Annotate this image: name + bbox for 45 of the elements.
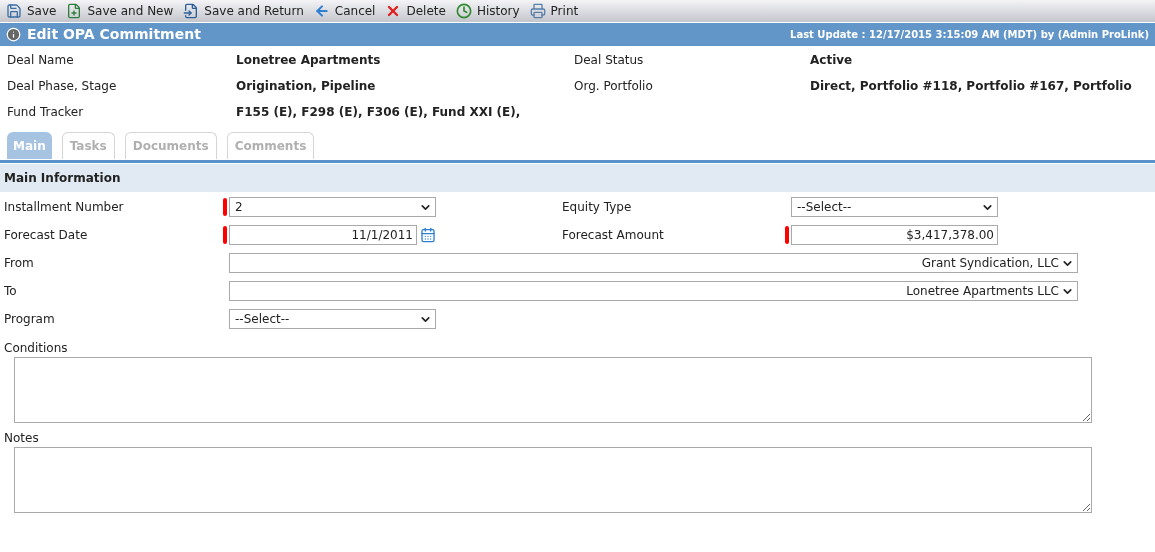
dropdown[interactable]: --Select-- xyxy=(229,309,436,329)
toolbar-button[interactable]: Print xyxy=(529,2,579,20)
dropdown[interactable]: 2 xyxy=(229,197,436,217)
toolbar-button[interactable]: Delete xyxy=(385,2,446,20)
date-field[interactable]: 11/1/2011 xyxy=(229,225,417,245)
save-icon xyxy=(6,3,22,19)
field-label: Org. Portfolio xyxy=(574,78,654,95)
field-value: Active xyxy=(810,52,853,69)
clock-icon xyxy=(455,3,472,19)
field-label: From xyxy=(3,255,35,272)
toolbar-button[interactable]: History xyxy=(455,2,520,20)
toolbar-button[interactable]: Save xyxy=(6,2,57,20)
field-value: Origination, Pipeline xyxy=(236,78,377,95)
field-label: Conditions xyxy=(3,340,69,355)
field-label: Forecast Date xyxy=(3,227,89,244)
text-area[interactable] xyxy=(14,447,1092,513)
field-label: Equity Type xyxy=(562,199,633,216)
section-title: Main Information xyxy=(4,170,121,187)
field-label: Deal Phase, Stage xyxy=(6,78,118,95)
last-update: Last Update : 12/17/2015 3:15:09 AM (MDT) by (Admin ProLink) xyxy=(790,28,1149,42)
file-arrow-icon xyxy=(183,3,200,19)
page-title: Edit OPA Commitment xyxy=(27,25,201,44)
field-label: To xyxy=(3,283,18,300)
calendar-icon[interactable] xyxy=(420,227,436,243)
toolbar-button[interactable]: Save and Return xyxy=(183,2,304,20)
info-icon xyxy=(6,27,21,42)
dropdown[interactable]: --Select-- xyxy=(791,197,998,217)
field-value: Lonetree Apartments xyxy=(236,52,382,69)
dropdown[interactable]: Grant Syndication, LLC xyxy=(229,253,1078,273)
toolbar-button[interactable]: Cancel xyxy=(313,2,376,20)
field-label: Forecast Amount xyxy=(562,227,665,244)
field-label: Notes xyxy=(3,430,40,445)
field-label: Deal Status xyxy=(574,52,645,69)
field-label: Installment Number xyxy=(3,199,125,216)
field-label: Program xyxy=(3,311,56,328)
field-label: Deal Name xyxy=(6,52,75,69)
field-label: Fund Tracker xyxy=(6,104,85,121)
file-plus-icon xyxy=(66,3,83,19)
toolbar-button[interactable]: Save and New xyxy=(66,2,174,20)
text-area[interactable] xyxy=(14,357,1092,423)
amount-field[interactable]: $3,417,378.00 xyxy=(791,225,998,245)
field-value: F155 (E), F298 (E), F306 (E), Fund XXI (E), xyxy=(236,104,522,121)
field-value: Direct, Portfolio #118, Portfolio #167, Portfolio xyxy=(810,78,1132,95)
dropdown[interactable]: Lonetree Apartments LLC xyxy=(229,281,1078,301)
printer-icon xyxy=(529,3,546,19)
